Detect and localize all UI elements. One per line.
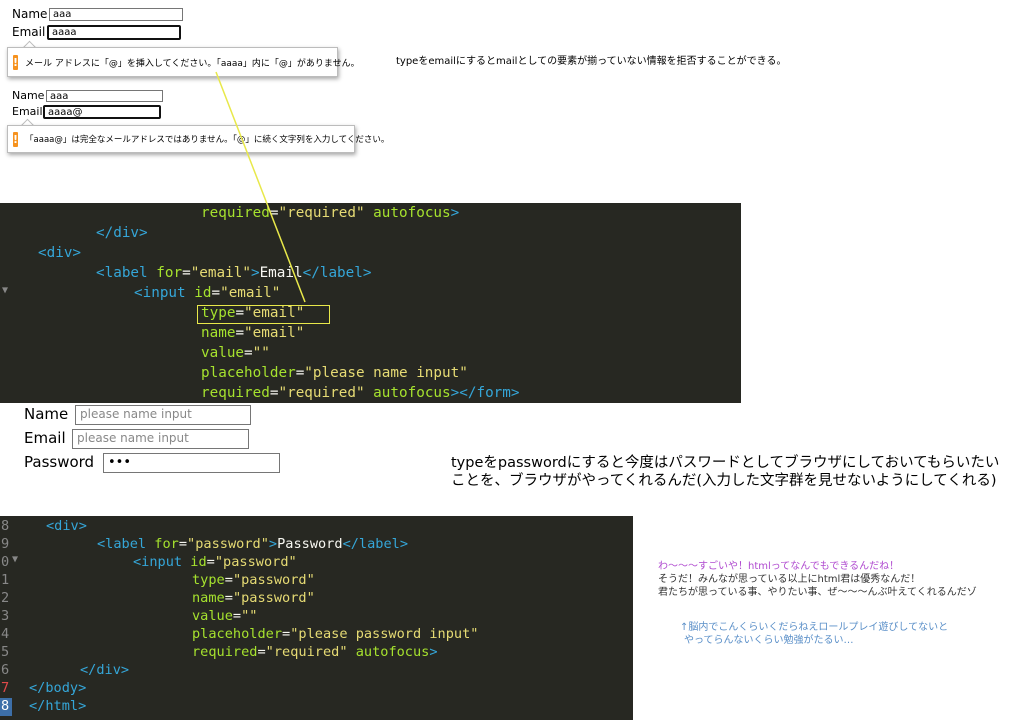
code-line: required="required" autofocus>	[192, 644, 438, 660]
code-line: <div>	[46, 518, 87, 534]
code-line: </body>	[29, 680, 87, 696]
line-number: 4	[1, 626, 10, 642]
code-line: placeholder="please password input"	[192, 626, 479, 642]
name-label: Name	[24, 405, 69, 423]
code-line: </div>	[80, 662, 130, 678]
line-number: 8	[1, 698, 10, 714]
email-label: Email	[24, 429, 66, 447]
line-number: 9	[1, 536, 10, 552]
line-number: 3	[1, 608, 10, 624]
line-number: 2	[1, 590, 10, 606]
aside-line-2: やってらんないくらい勉強がたるい…	[684, 635, 854, 646]
code-line: type="password"	[192, 572, 315, 588]
fold-arrow-icon[interactable]: ▼	[12, 554, 18, 565]
password-label: Password	[24, 453, 95, 471]
line-number: 1	[1, 572, 10, 588]
line-number: 5	[1, 644, 10, 660]
password-input[interactable]: •••	[103, 453, 280, 473]
code-line: value=""	[192, 608, 258, 624]
code-line: </html>	[29, 698, 87, 714]
code-line: <label for="password">Password</label>	[97, 536, 409, 552]
code-line: <input id="password"	[133, 554, 297, 570]
code-block-password: 8 <div> 9 <label for="password">Password…	[0, 516, 633, 720]
line-number: 0	[1, 554, 10, 570]
name-input[interactable]: please name input	[75, 405, 251, 425]
chat-line-3: 君たちが思っている事、やりたい事、ぜ〜〜〜んぶ叶えてくれるんだゾ	[658, 587, 977, 598]
line-number: 8	[1, 518, 10, 534]
line-number: 6	[1, 662, 10, 678]
line-number: 7	[1, 680, 10, 696]
email-input[interactable]: please name input	[72, 429, 249, 449]
password-note-line-2: ことを、ブラウザがやってくれるんだ(入力した文字群を見せないようにしてくれる)	[451, 473, 997, 489]
code-line: name="password"	[192, 590, 315, 606]
